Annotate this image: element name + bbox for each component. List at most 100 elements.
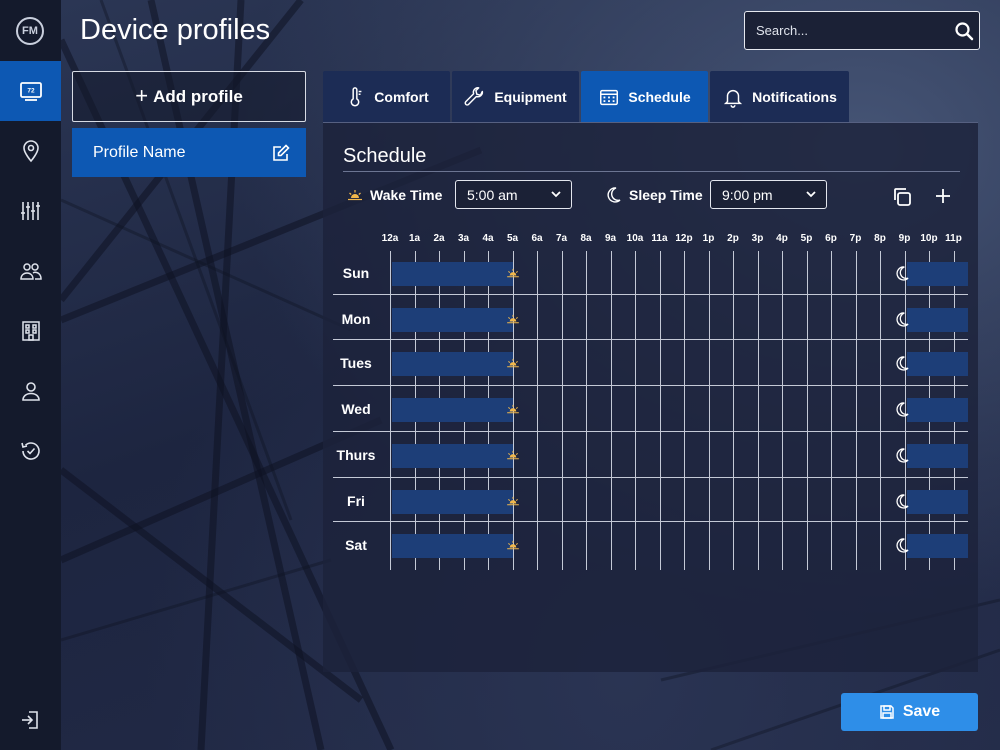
thermometer-icon bbox=[350, 86, 362, 106]
search-button[interactable] bbox=[949, 21, 979, 41]
sleep-bar-morning bbox=[392, 490, 513, 514]
hour-label: 6p bbox=[825, 233, 837, 244]
grid-line bbox=[561, 251, 563, 570]
sleep-bar-evening bbox=[906, 308, 968, 332]
search-input[interactable] bbox=[745, 23, 949, 38]
users-icon bbox=[19, 263, 42, 280]
chevron-down-icon bbox=[806, 191, 816, 198]
day-label: Tues bbox=[340, 355, 372, 371]
tab-equipment[interactable]: Equipment bbox=[452, 71, 579, 122]
moon-icon bbox=[895, 266, 909, 281]
tab-schedule[interactable]: Schedule bbox=[581, 71, 708, 122]
save-icon bbox=[880, 705, 894, 719]
hour-label: 9p bbox=[898, 233, 911, 244]
copy-icon[interactable] bbox=[891, 186, 913, 208]
sleep-bar-evening bbox=[906, 490, 968, 514]
hour-label: 3p bbox=[751, 233, 764, 244]
hour-label: 5a bbox=[506, 233, 519, 244]
hour-label: 7p bbox=[849, 233, 862, 244]
nav-item-groups[interactable] bbox=[0, 241, 61, 301]
grid-line bbox=[635, 251, 636, 570]
hour-label: 11p bbox=[945, 233, 962, 244]
nav-item-thermostats[interactable]: 72 bbox=[0, 61, 61, 121]
edit-icon[interactable] bbox=[271, 143, 291, 163]
moon-icon bbox=[895, 312, 909, 327]
sunrise-icon bbox=[506, 314, 519, 324]
tab-label: Schedule bbox=[628, 88, 691, 105]
nav-item-locations[interactable] bbox=[0, 121, 61, 181]
add-profile-button[interactable]: + Add profile bbox=[72, 71, 306, 122]
nav-item-history[interactable] bbox=[0, 421, 61, 481]
save-button[interactable]: Save bbox=[841, 693, 978, 731]
hour-label: 12p bbox=[675, 233, 693, 244]
add-profile-label: Add profile bbox=[153, 86, 243, 106]
location-pin-icon bbox=[22, 140, 39, 163]
hour-label: 5p bbox=[800, 233, 813, 244]
schedule-panel: Schedule Wake Time 5:00 am Sleep Time 9:… bbox=[323, 122, 978, 672]
nav-item-controls[interactable] bbox=[0, 181, 61, 241]
wrench-icon bbox=[464, 86, 484, 106]
sleep-time-label: Sleep Time bbox=[607, 187, 703, 203]
moon-icon bbox=[895, 448, 909, 463]
grid-line bbox=[333, 385, 968, 386]
nav-item-buildings[interactable] bbox=[0, 301, 61, 361]
grid-line bbox=[757, 251, 759, 570]
add-schedule-icon[interactable] bbox=[933, 186, 953, 206]
tab-notifications[interactable]: Notifications bbox=[710, 71, 849, 122]
wake-time-select[interactable]: 5:00 am bbox=[455, 180, 572, 209]
hour-label: 6a bbox=[531, 233, 543, 244]
sleep-bar-morning bbox=[392, 398, 513, 422]
chevron-down-icon bbox=[551, 191, 561, 198]
grid-line bbox=[831, 251, 832, 570]
hour-label: 2p bbox=[727, 233, 739, 244]
sunrise-icon bbox=[506, 496, 519, 506]
day-label: Fri bbox=[347, 493, 365, 509]
hour-label: 3a bbox=[457, 233, 470, 244]
moon-icon bbox=[895, 494, 909, 509]
sleep-bar-morning bbox=[392, 444, 513, 468]
svg-text:72: 72 bbox=[27, 88, 35, 95]
sleep-bar-evening bbox=[906, 534, 968, 558]
sleep-bar-morning bbox=[392, 308, 513, 332]
sunrise-icon bbox=[348, 190, 362, 201]
sleep-bar-evening bbox=[906, 262, 968, 286]
hour-label: 8p bbox=[874, 233, 886, 244]
grid-line bbox=[733, 251, 734, 570]
history-check-icon bbox=[20, 442, 40, 460]
sleep-time-select[interactable]: 9:00 pm bbox=[710, 180, 827, 209]
building-icon bbox=[21, 321, 40, 341]
grid-line bbox=[333, 339, 968, 340]
sleep-bar-evening bbox=[906, 352, 968, 376]
nav-item-account[interactable] bbox=[0, 361, 61, 421]
hour-label: 2a bbox=[433, 233, 445, 244]
calendar-icon bbox=[600, 89, 619, 105]
hour-label: 10a bbox=[626, 233, 644, 244]
hour-label: 4a bbox=[482, 233, 494, 244]
hour-label: 11a bbox=[651, 233, 668, 244]
moon-icon bbox=[895, 538, 909, 553]
grid-line bbox=[333, 521, 968, 522]
moon-icon bbox=[607, 187, 621, 203]
logout-icon bbox=[21, 711, 38, 729]
logout-button[interactable] bbox=[0, 690, 61, 750]
grid-line bbox=[659, 251, 661, 570]
user-icon bbox=[21, 382, 40, 401]
hour-label: 1p bbox=[702, 233, 715, 244]
sleep-bar-morning bbox=[392, 352, 513, 376]
hour-label: 9a bbox=[604, 233, 617, 244]
side-navigation: FM 72 bbox=[0, 0, 61, 750]
tab-comfort[interactable]: Comfort bbox=[323, 71, 450, 122]
grid-line bbox=[684, 251, 685, 570]
profile-list-item[interactable]: Profile Name bbox=[72, 128, 306, 177]
sleep-bar-morning bbox=[392, 534, 513, 558]
sunrise-icon bbox=[506, 358, 519, 368]
section-title: Schedule bbox=[343, 145, 427, 167]
wake-time-label: Wake Time bbox=[348, 187, 442, 203]
sunrise-icon bbox=[506, 540, 519, 550]
grid-line bbox=[806, 251, 808, 570]
hour-label: 12a bbox=[381, 233, 399, 244]
grid-line bbox=[855, 251, 857, 570]
save-label: Save bbox=[902, 703, 941, 720]
sleep-bar-evening bbox=[906, 444, 968, 468]
search-box bbox=[744, 11, 980, 50]
